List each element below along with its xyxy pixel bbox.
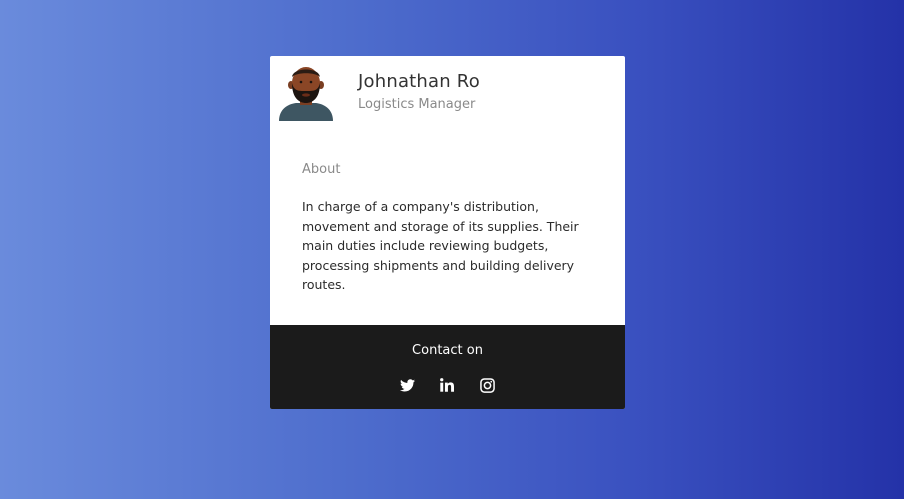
contact-footer: Contact on <box>270 325 625 409</box>
profile-header: Johnathan Ro Logistics Manager <box>270 56 625 126</box>
profile-role: Logistics Manager <box>358 97 476 112</box>
profile-name: Johnathan Ro <box>358 71 480 92</box>
about-text: In charge of a company's distribution, m… <box>302 199 579 292</box>
linkedin-icon[interactable] <box>438 376 456 394</box>
contact-label: Contact on <box>412 343 483 358</box>
twitter-icon[interactable] <box>398 376 416 394</box>
avatar <box>276 63 336 121</box>
about-heading: About <box>302 162 341 177</box>
profile-card: Johnathan Ro Logistics Manager About In … <box>270 56 625 409</box>
instagram-icon[interactable] <box>478 376 496 394</box>
